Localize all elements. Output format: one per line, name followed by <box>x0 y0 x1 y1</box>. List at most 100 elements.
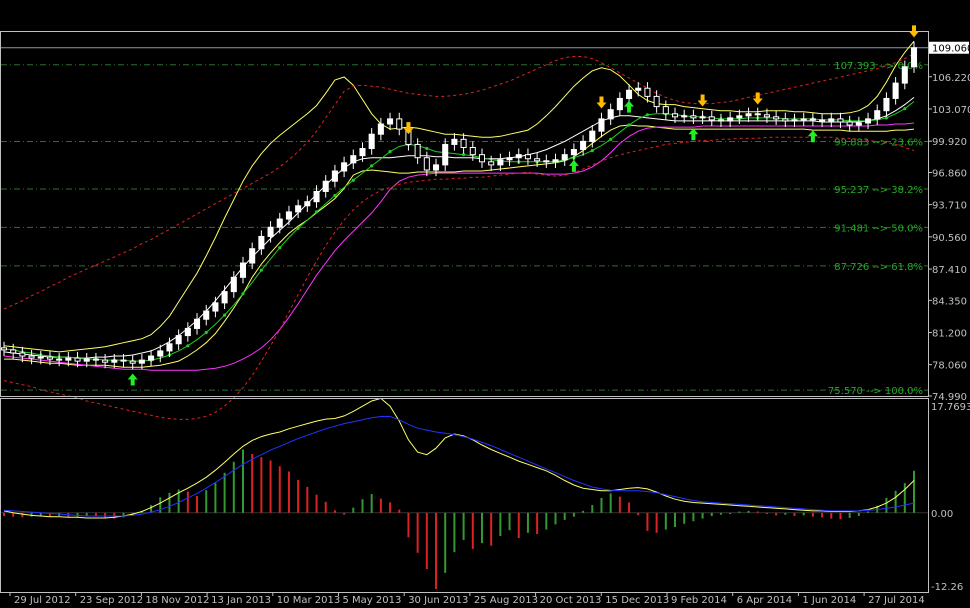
ma-point <box>186 344 190 348</box>
candle-body <box>809 118 816 121</box>
series-line <box>3 122 915 371</box>
oscillator-panel-frame <box>0 398 929 593</box>
date-tick-label: 27 Jul 2014 <box>868 595 925 606</box>
axes: 109.060 106.220 103.070 99.920 96.860 93.710 9… <box>0 31 970 606</box>
buy-arrow-icon <box>568 159 579 172</box>
candle-body <box>166 343 173 352</box>
price-tick-label: 78.060 <box>932 361 967 372</box>
ma-point <box>259 268 263 272</box>
date-tick-label: 6 Apr 2014 <box>737 595 792 606</box>
candle-body <box>276 218 283 228</box>
oscillator-line <box>3 416 915 517</box>
candle-body <box>258 235 265 250</box>
candle-body <box>368 133 375 150</box>
candle-body <box>589 130 596 142</box>
candle-body <box>662 106 669 115</box>
ma-point <box>609 137 613 141</box>
price-panel-frame <box>0 31 929 397</box>
candle-body <box>194 318 201 329</box>
ma-point <box>333 193 337 198</box>
date-tick-label: 30 Jun 2013 <box>408 595 468 606</box>
oscillator-panel <box>1 397 928 590</box>
candle-body <box>10 349 17 354</box>
candle-body <box>432 164 440 171</box>
candle-body <box>580 140 587 151</box>
sell-arrow-icon <box>596 96 607 109</box>
candle-body <box>534 158 541 162</box>
candle-body <box>304 201 311 207</box>
buy-arrow-icon <box>807 130 818 143</box>
candle-body <box>671 113 679 118</box>
candle-body <box>561 154 568 161</box>
candle-body <box>506 157 513 161</box>
candle-body <box>910 47 918 68</box>
buy-arrow-icon <box>624 100 635 113</box>
fib-level-label: 99.883 --> 23.6% <box>834 138 923 149</box>
ma-point <box>204 330 208 335</box>
price-tick-label: 106.220 <box>932 73 970 84</box>
candle-body <box>883 97 890 112</box>
series-line <box>4 124 915 368</box>
price-tick-label: 103.070 <box>932 105 970 116</box>
candle-body <box>359 148 366 157</box>
candle-body <box>699 116 706 119</box>
candle-body <box>46 356 53 360</box>
candle-body <box>570 149 577 156</box>
candle-body <box>451 138 458 145</box>
oscillator-tick-label: 0.00 <box>931 509 953 520</box>
candle-body <box>331 170 338 182</box>
ma-point <box>296 226 300 230</box>
date-tick-label: 25 Aug 2013 <box>474 595 538 606</box>
date-tick-label: 1 Jun 2014 <box>802 595 856 606</box>
candle-body <box>341 162 348 172</box>
candle-body <box>396 118 403 130</box>
candle-body <box>607 109 614 120</box>
fib-level-label: 107.393 --> 0.0% <box>834 61 923 72</box>
candle-body <box>74 357 81 362</box>
oscillator-line <box>3 397 915 519</box>
candle-body <box>120 359 127 362</box>
candle-body <box>414 143 421 159</box>
candle-body <box>892 82 899 99</box>
buy-arrow-icon <box>688 128 699 141</box>
date-tick-label: 13 Jan 2013 <box>211 595 271 606</box>
series-line <box>3 101 915 362</box>
ma-point <box>388 149 392 154</box>
candle-body <box>83 358 90 362</box>
candle-body <box>745 113 752 117</box>
candle-body <box>285 211 292 220</box>
candle-body <box>350 155 357 164</box>
fib-level-label: 87.726 --> 61.8% <box>834 262 923 273</box>
candle-body <box>488 161 495 166</box>
candle-body <box>478 154 486 163</box>
date-tick-label: 10 Mar 2013 <box>277 595 340 606</box>
price-tick-label: 81.200 <box>932 329 967 340</box>
candle-body <box>828 118 835 122</box>
candle-body <box>515 154 522 159</box>
candle-body <box>800 118 807 121</box>
candle-body <box>791 119 798 122</box>
series-line <box>3 136 915 420</box>
candle-body <box>708 116 715 121</box>
fib-level-label: 91.481 --> 50.0% <box>834 223 923 234</box>
ma-point <box>903 107 907 111</box>
candle-body <box>855 122 862 126</box>
ma-point <box>370 164 374 168</box>
price-tick-label: 93.710 <box>932 201 967 212</box>
candle-body <box>460 138 467 149</box>
ma-point <box>314 210 319 214</box>
candle-body <box>212 302 219 312</box>
ma-point <box>425 146 429 151</box>
candle-body <box>56 358 63 361</box>
chart-canvas: 107.393 --> 0.0% 99.883 --> 23.6% 95.237 -… <box>0 25 970 606</box>
candle-body <box>773 116 780 120</box>
candle-body <box>267 226 274 237</box>
candle-body <box>865 118 872 124</box>
date-tick-label: 20 Oct 2013 <box>540 595 602 606</box>
ma-point <box>223 313 227 317</box>
candle-body <box>148 355 155 361</box>
candle-body <box>129 360 136 364</box>
candle-body <box>497 159 504 166</box>
date-tick-label: 9 Feb 2014 <box>671 595 727 606</box>
oscillator-tick-label: 17.7693 <box>931 402 970 413</box>
